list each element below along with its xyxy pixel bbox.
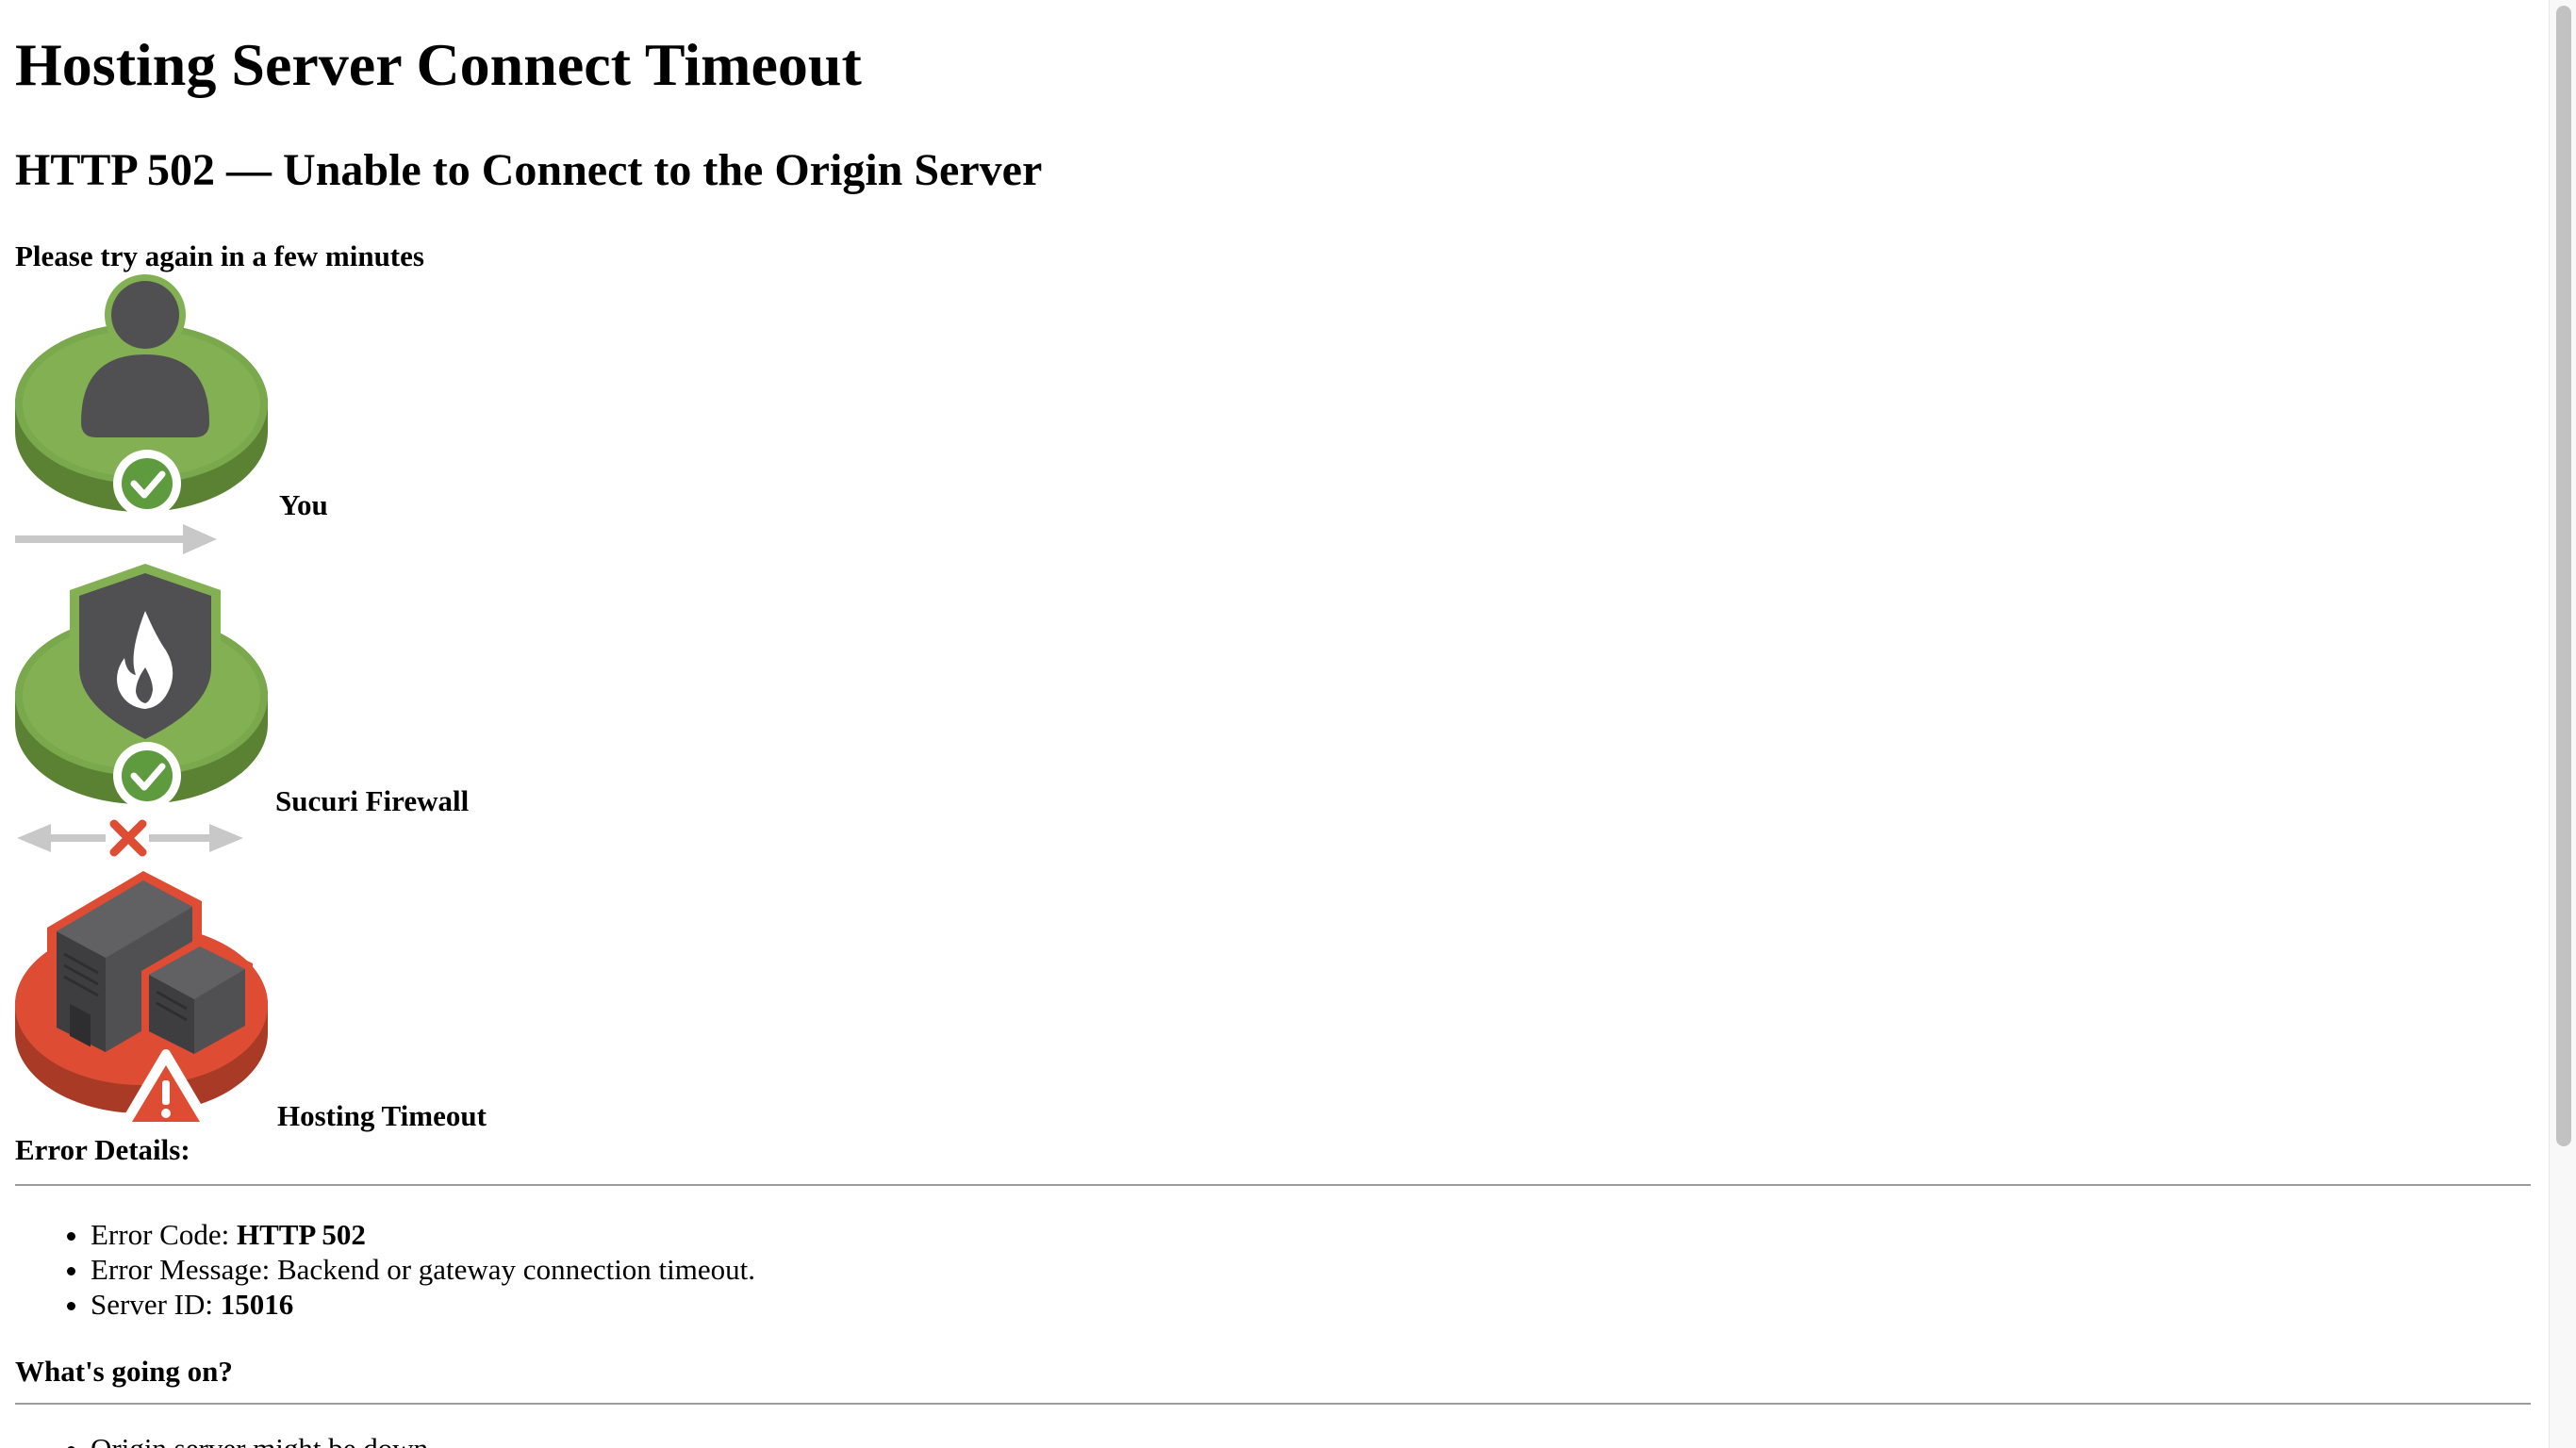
server-id-value: 15016 xyxy=(220,1288,294,1321)
list-item: Error Message: Backend or gateway connec… xyxy=(91,1252,755,1287)
error-details-heading: Error Details: xyxy=(15,1133,190,1166)
retry-message: Please try again in a few minutes xyxy=(15,239,424,272)
list-item: Error Code: HTTP 502 xyxy=(91,1217,755,1252)
server-icon xyxy=(15,864,272,1137)
page-subtitle: HTTP 502 — Unable to Connect to the Orig… xyxy=(15,145,1043,195)
page-title: Hosting Server Connect Timeout xyxy=(15,31,862,98)
error-message-label: Error Message: xyxy=(91,1253,277,1286)
divider xyxy=(15,1184,2531,1186)
connection-failed-icon xyxy=(15,816,251,864)
vertical-scrollbar[interactable] xyxy=(2549,0,2576,1448)
server-id-label: Server ID: xyxy=(91,1288,221,1321)
scrollbar-thumb[interactable] xyxy=(2556,6,2571,1146)
error-details-list: Error Code: HTTP 502 Error Message: Back… xyxy=(15,1217,755,1322)
divider xyxy=(15,1403,2531,1405)
arrow-right-icon xyxy=(15,522,223,561)
user-icon xyxy=(15,272,272,518)
node-label-firewall: Sucuri Firewall xyxy=(275,784,470,817)
list-item: Origin server might be down xyxy=(91,1431,428,1448)
firewall-shield-icon xyxy=(15,564,272,811)
node-label-hosting: Hosting Timeout xyxy=(277,1099,487,1132)
whats-going-on-list: Origin server might be down xyxy=(15,1431,428,1448)
whats-going-on-heading: What's going on? xyxy=(15,1355,233,1388)
browser-viewport: Hosting Server Connect Timeout HTTP 502 … xyxy=(0,0,2576,1448)
error-message-value: Backend or gateway connection timeout. xyxy=(277,1253,756,1286)
error-code-value: HTTP 502 xyxy=(236,1218,366,1251)
list-item: Server ID: 15016 xyxy=(91,1287,755,1322)
node-label-you: You xyxy=(279,488,328,521)
connection-diagram: You Sucuri Firewall Hosting Timeout xyxy=(15,272,769,1139)
error-code-label: Error Code: xyxy=(91,1218,237,1251)
whats-going-on-item: Origin server might be down xyxy=(91,1432,428,1448)
